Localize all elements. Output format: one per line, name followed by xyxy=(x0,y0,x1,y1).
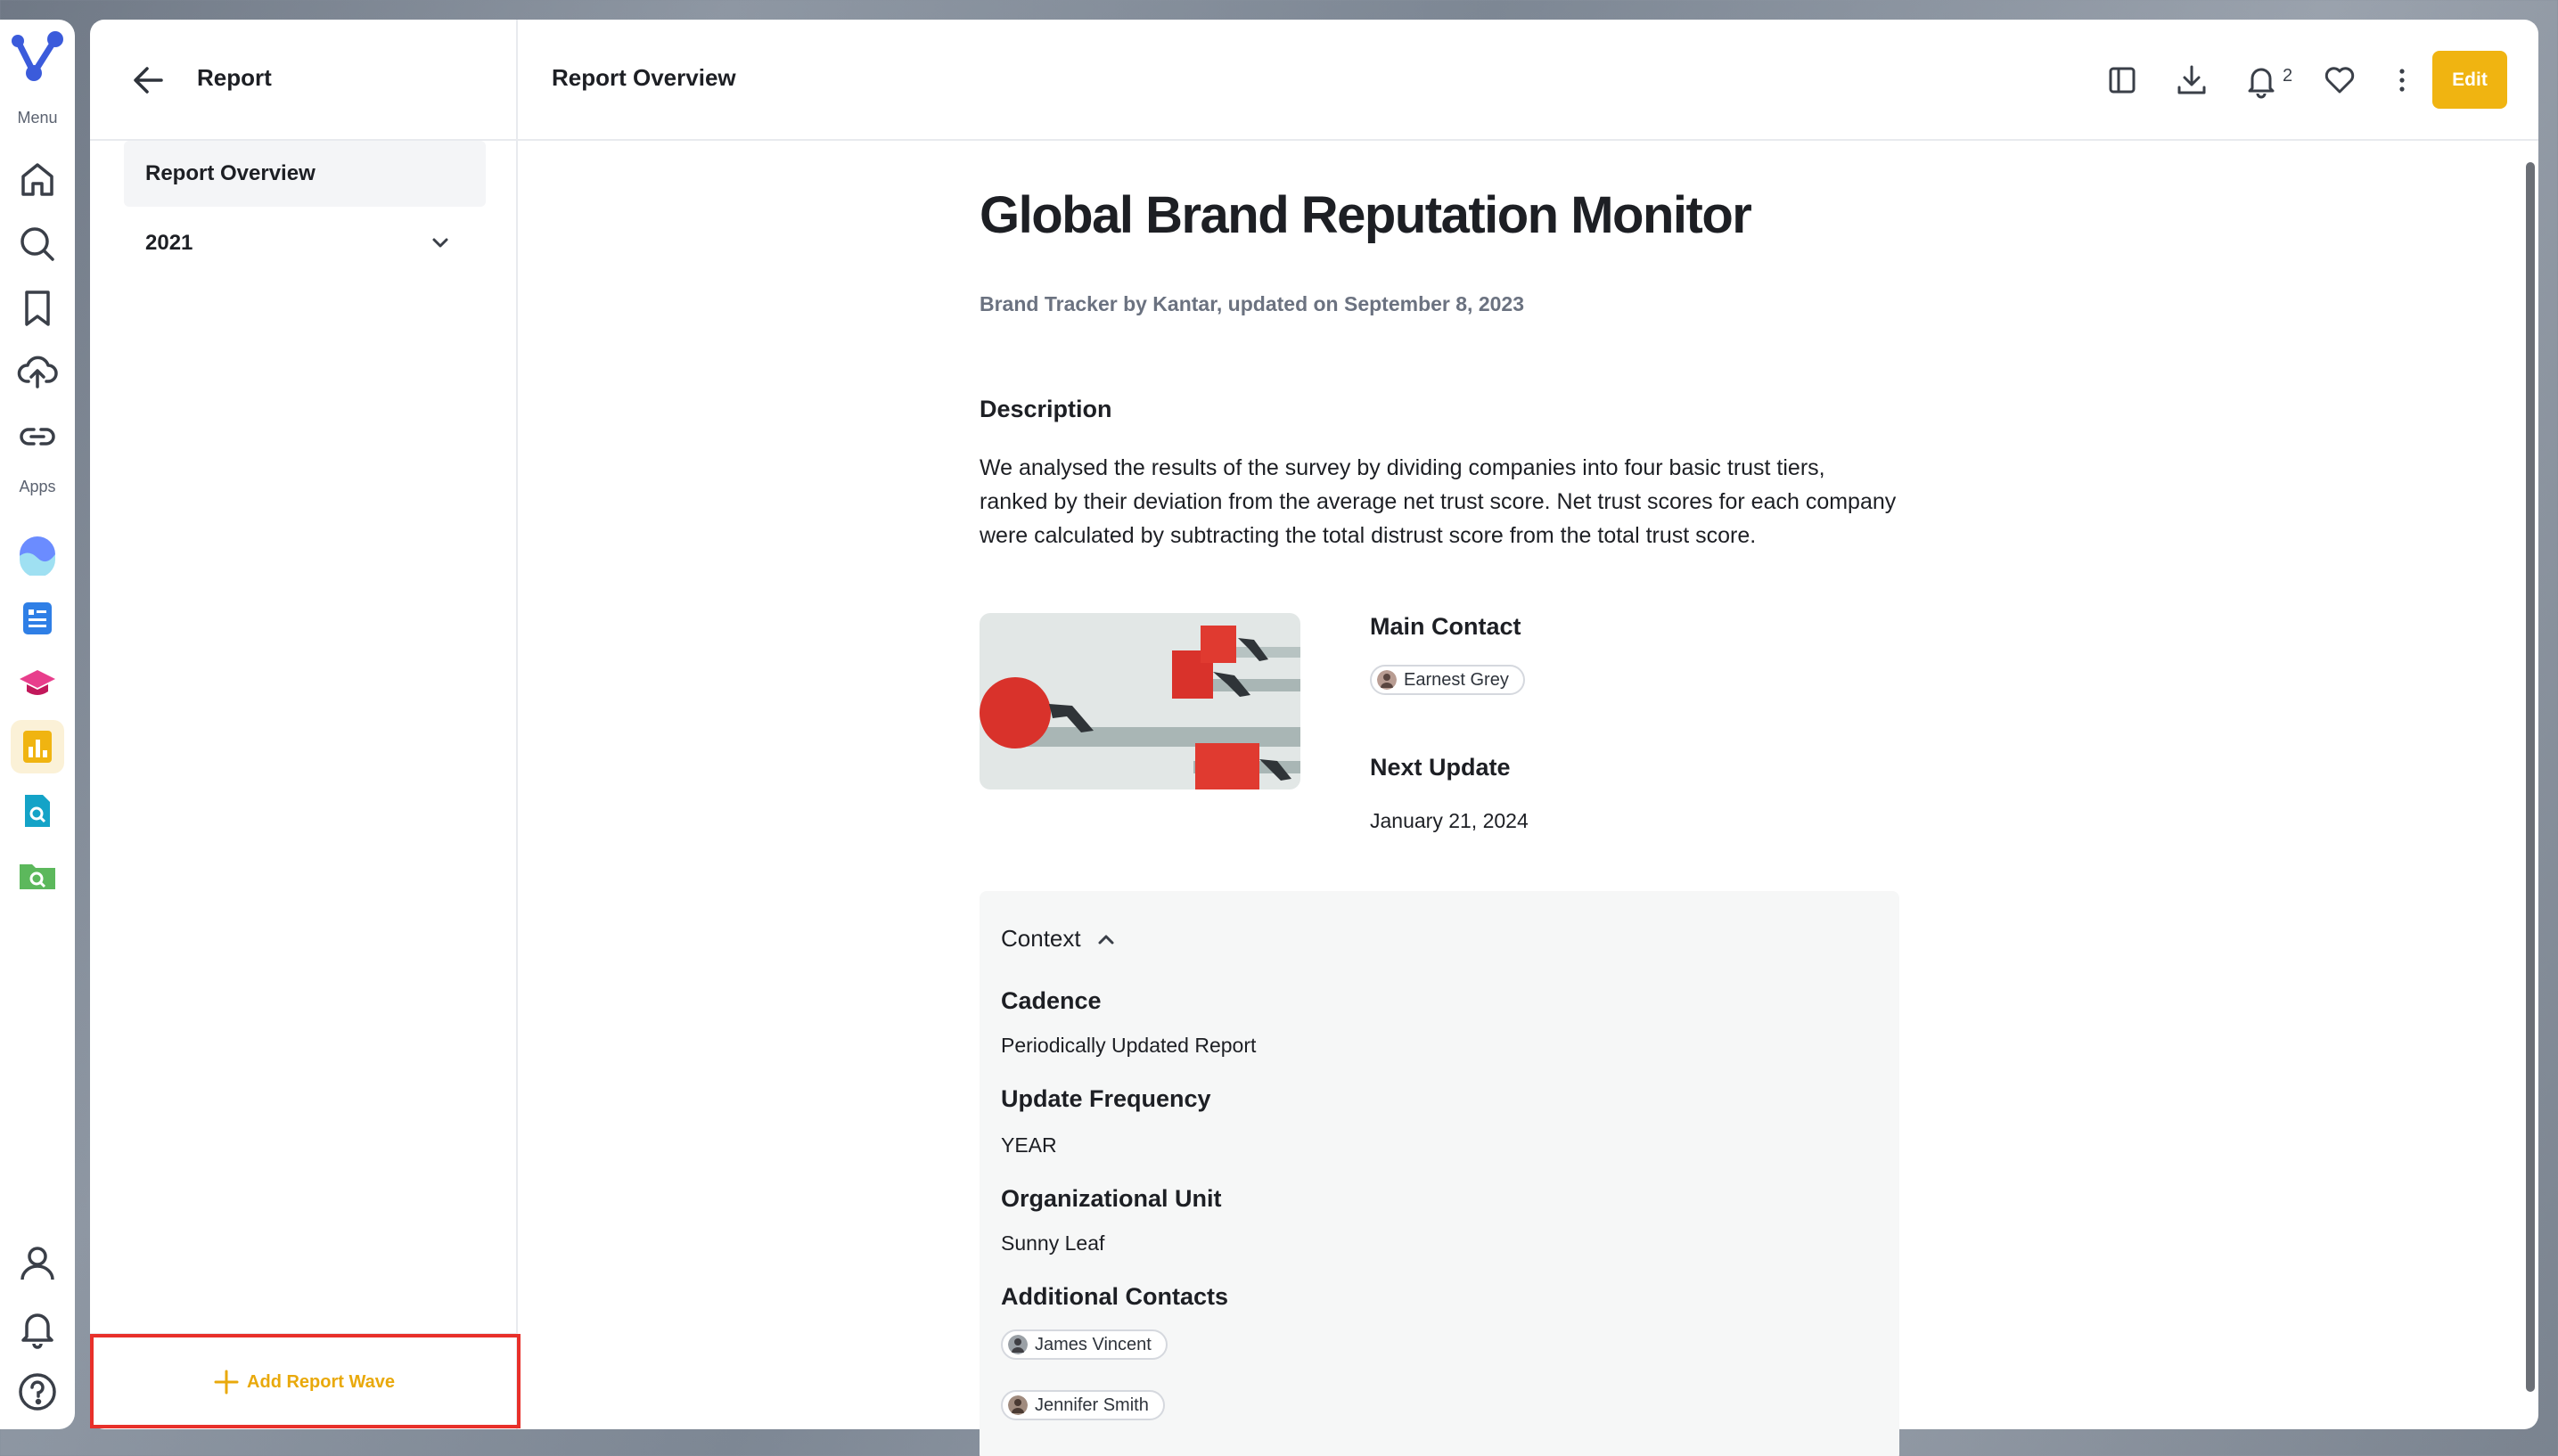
report-navigation-panel: Report Report Overview 2021 Add Report W… xyxy=(90,20,518,1429)
additional-contacts-label: Additional Contacts xyxy=(1001,1283,1228,1310)
nav-item-report-overview[interactable]: Report Overview xyxy=(124,141,486,207)
plus-icon xyxy=(214,1370,239,1395)
description-heading: Description xyxy=(980,396,1112,422)
bell-icon[interactable] xyxy=(11,1301,64,1354)
additional-contact-chip[interactable]: James Vincent xyxy=(1001,1329,1168,1360)
notification-count: 2 xyxy=(2283,66,2293,86)
avatar xyxy=(1377,670,1397,690)
upload-cloud-icon[interactable] xyxy=(11,346,64,399)
bookmark-icon[interactable] xyxy=(11,282,64,335)
organizational-unit-label: Organizational Unit xyxy=(1001,1185,1222,1212)
back-arrow-icon[interactable] xyxy=(129,61,168,100)
report-illustration xyxy=(980,613,1300,789)
search-icon[interactable] xyxy=(11,217,64,271)
app-rail: Menu Apps xyxy=(0,20,75,1429)
add-report-wave-label: Add Report Wave xyxy=(247,1371,395,1392)
avatar xyxy=(1008,1395,1028,1415)
more-options-icon[interactable] xyxy=(2382,61,2422,100)
cadence-label: Cadence xyxy=(1001,987,1102,1014)
context-section: Context Cadence Periodically Updated Rep… xyxy=(980,891,1899,1456)
next-update-label: Next Update xyxy=(1370,754,1511,781)
charts-app-icon[interactable] xyxy=(11,720,64,773)
app-logo-icon[interactable] xyxy=(7,29,66,87)
top-bar: Report Overview xyxy=(518,20,2538,141)
nav-item-label: Report Overview xyxy=(145,161,316,185)
document-app-icon[interactable] xyxy=(11,592,64,645)
chevron-down-icon[interactable] xyxy=(427,230,454,257)
nav-item-year-2021[interactable]: 2021 xyxy=(124,210,486,276)
user-icon[interactable] xyxy=(11,1237,64,1290)
description-text: We analysed the results of the survey by… xyxy=(980,455,1897,548)
help-icon[interactable] xyxy=(11,1365,64,1419)
avatar xyxy=(1008,1335,1028,1354)
main-contact-label: Main Contact xyxy=(1370,613,1521,640)
update-frequency-value: YEAR xyxy=(1001,1133,1057,1157)
link-icon[interactable] xyxy=(11,410,64,463)
folder-search-app-icon[interactable] xyxy=(11,848,64,902)
home-icon[interactable] xyxy=(11,153,64,207)
panel-title: Report xyxy=(197,64,272,91)
file-search-app-icon[interactable] xyxy=(11,784,64,838)
add-report-wave-button[interactable]: Add Report Wave xyxy=(90,1333,518,1429)
report-subtitle: Brand Tracker by Kantar, updated on Sept… xyxy=(980,292,1524,315)
panel-header: Report xyxy=(90,20,516,141)
download-icon[interactable] xyxy=(2172,61,2211,100)
context-toggle[interactable]: Context xyxy=(1001,925,1119,953)
chevron-up-icon xyxy=(1098,935,1114,944)
heart-icon[interactable] xyxy=(2320,61,2359,100)
wave-app-icon[interactable] xyxy=(11,528,64,581)
next-update-value: January 21, 2024 xyxy=(1370,809,1529,832)
learning-app-icon[interactable] xyxy=(11,656,64,709)
contact-name: James Vincent xyxy=(1035,1334,1152,1354)
contact-name: Earnest Grey xyxy=(1404,669,1509,690)
edit-button[interactable]: Edit xyxy=(2432,51,2507,109)
update-frequency-label: Update Frequency xyxy=(1001,1085,1211,1112)
organizational-unit-value: Sunny Leaf xyxy=(1001,1231,1105,1255)
main-contact-chip[interactable]: Earnest Grey xyxy=(1370,665,1525,695)
cadence-value: Periodically Updated Report xyxy=(1001,1034,1257,1057)
page-header-title: Report Overview xyxy=(552,64,736,91)
context-heading: Context xyxy=(1001,925,1081,952)
contact-name: Jennifer Smith xyxy=(1035,1395,1149,1415)
content-scrollbar[interactable] xyxy=(2526,162,2535,1392)
additional-contact-chip[interactable]: Jennifer Smith xyxy=(1001,1390,1165,1420)
report-title: Global Brand Reputation Monitor xyxy=(980,186,1752,244)
notification-bell-icon[interactable] xyxy=(2242,61,2281,100)
sidebar-toggle-icon[interactable] xyxy=(2103,61,2142,100)
nav-item-label: 2021 xyxy=(145,231,193,255)
menu-section-label: Menu xyxy=(17,109,58,127)
apps-section-label: Apps xyxy=(19,478,56,495)
